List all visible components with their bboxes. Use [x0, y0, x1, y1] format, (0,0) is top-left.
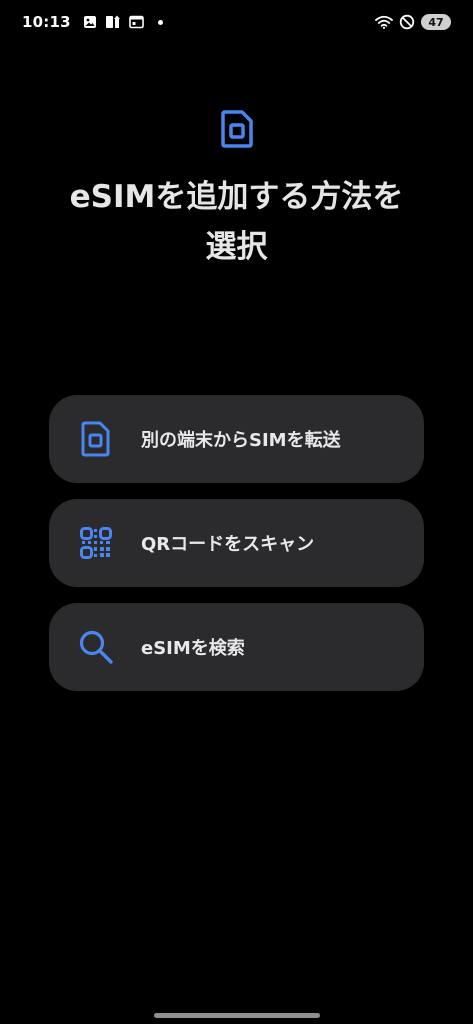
do-not-disturb-icon [399, 14, 415, 30]
status-bar: 10:13 47 [0, 0, 473, 44]
battery-indicator: 47 [421, 14, 451, 30]
option-list: 別の端末からSIMを転送 QRコードをスキャン eSIMを検索 [49, 395, 424, 691]
page-title-line-2: 選択 [205, 229, 268, 265]
scan-qr-button[interactable]: QRコードをスキャン [49, 499, 424, 587]
search-icon [78, 629, 114, 665]
transfer-sim-label: 別の端末からSIMを転送 [141, 430, 341, 451]
page-title-line-1: eSIMを追加する方法を [69, 179, 404, 215]
status-right: 47 [375, 14, 451, 30]
page-title: eSIMを追加する方法を 選択 [30, 172, 443, 272]
notification-dot [157, 19, 163, 25]
sim-card-icon [78, 421, 114, 457]
calendar-icon [128, 15, 144, 29]
sim-card-icon [220, 110, 254, 152]
home-indicator[interactable] [153, 1013, 320, 1018]
status-left: 10:13 [22, 13, 163, 31]
scan-qr-label: QRコードをスキャン [141, 534, 315, 555]
search-esim-button[interactable]: eSIMを検索 [49, 603, 424, 691]
status-time: 10:13 [22, 13, 71, 31]
qr-code-icon [78, 525, 114, 561]
wifi-icon [375, 15, 393, 29]
transfer-sim-button[interactable]: 別の端末からSIMを転送 [49, 395, 424, 483]
phone-upload-icon [105, 14, 121, 30]
search-esim-label: eSIMを検索 [141, 638, 245, 659]
image-icon [83, 15, 97, 29]
